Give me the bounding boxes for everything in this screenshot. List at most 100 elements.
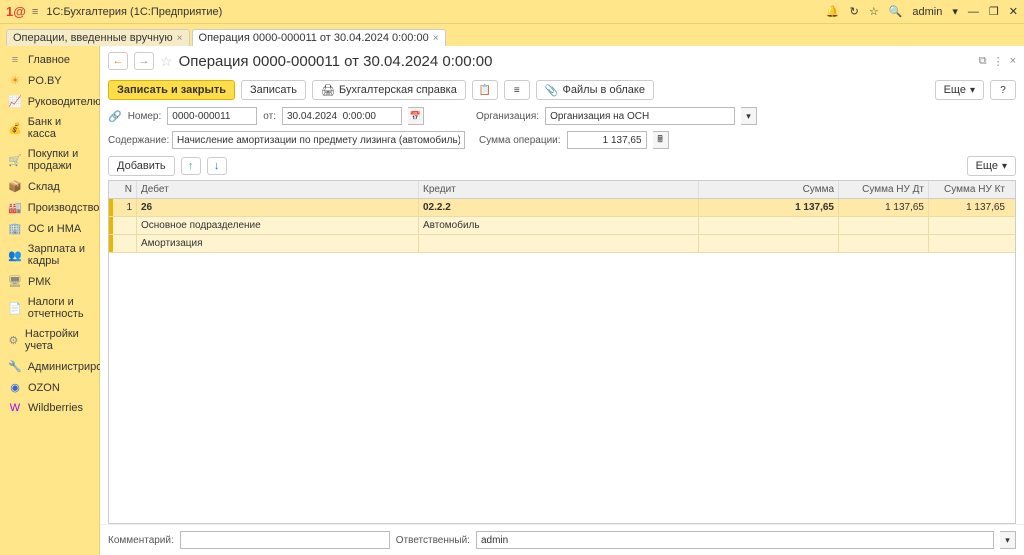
col-sum[interactable]: Сумма — [699, 181, 839, 198]
sidebar-item-warehouse[interactable]: 📦Склад — [0, 176, 99, 197]
org-label: Организация: — [476, 111, 539, 122]
back-button[interactable]: ← — [108, 52, 128, 70]
caret-down-icon[interactable]: ▾ — [952, 5, 958, 18]
list-icon: ≡ — [8, 54, 22, 66]
sidebar-item-taxes[interactable]: 📄Налоги и отчетность — [0, 292, 99, 324]
sidebar-item-poby[interactable]: ☀PO.BY — [0, 70, 99, 91]
acct-reference-button[interactable]: 🖨Бухгалтерская справка — [312, 80, 466, 100]
sidebar-item-manager[interactable]: 📈Руководителю — [0, 91, 99, 112]
comment-input[interactable] — [180, 531, 390, 549]
user-label[interactable]: admin — [912, 6, 942, 18]
search-icon[interactable]: 🔍 — [889, 5, 903, 18]
favorite-icon[interactable]: ☆ — [160, 53, 173, 70]
responsible-input[interactable] — [476, 531, 994, 549]
sidebar-item-assets[interactable]: 🏢ОС и НМА — [0, 218, 99, 239]
history-icon[interactable]: ↻ — [850, 5, 859, 18]
list-button[interactable]: ≡ — [504, 80, 530, 100]
move-up-button[interactable]: ↑ — [181, 157, 201, 175]
sidebar-item-hr[interactable]: 👥Зарплата и кадры — [0, 239, 99, 271]
box-icon: 📦 — [8, 180, 22, 193]
ozon-icon: ◉ — [8, 381, 22, 394]
detach-icon[interactable]: ⧉ — [979, 55, 987, 68]
sun-icon: ☀ — [8, 74, 22, 87]
calc-icon[interactable]: 🖩 — [653, 131, 669, 149]
number-label: Номер: — [128, 111, 162, 122]
sidebar-item-main[interactable]: ≡Главное — [0, 50, 99, 70]
sidebar-item-rmk[interactable]: 🖥РМК — [0, 271, 99, 292]
responsible-label: Ответственный: — [396, 535, 470, 546]
dropdown-icon[interactable]: ▾ — [1000, 531, 1016, 549]
from-label: от: — [263, 111, 276, 122]
sidebar-item-trade[interactable]: 🛒Покупки и продажи — [0, 144, 99, 176]
close-icon[interactable]: ✕ — [1009, 5, 1018, 18]
org-input[interactable] — [545, 107, 735, 125]
sum-operation-input[interactable] — [567, 131, 647, 149]
table-header: N Дебет Кредит Сумма Сумма НУ Дт Сумма Н… — [109, 181, 1015, 199]
content-label: Содержание: — [108, 135, 166, 146]
save-button[interactable]: Записать — [241, 80, 306, 100]
star-icon[interactable]: ☆ — [869, 5, 879, 18]
col-credit[interactable]: Кредит — [419, 181, 699, 198]
close-icon[interactable]: × — [1010, 55, 1016, 67]
link-icon[interactable]: 🔗 — [108, 110, 122, 123]
col-nukt[interactable]: Сумма НУ Кт — [929, 181, 1009, 198]
table-row[interactable]: Основное подразделение Автомобиль — [109, 217, 1015, 235]
minimize-icon[interactable]: — — [968, 6, 979, 18]
sidebar-item-wildberries[interactable]: WWildberries — [0, 398, 99, 418]
sidebar-item-admin[interactable]: 🔧Администрирование — [0, 356, 99, 377]
app-title: 1С:Бухгалтерия (1С:Предприятие) — [46, 6, 826, 18]
menu-dots-icon[interactable]: ⋮ — [993, 55, 1004, 68]
close-icon[interactable]: × — [177, 33, 183, 44]
table-row[interactable]: Амортизация — [109, 235, 1015, 253]
date-input[interactable] — [282, 107, 402, 125]
monitor-icon: 🖥 — [8, 275, 22, 288]
tab-operations-list[interactable]: Операции, введенные вручную × — [6, 29, 190, 46]
factory-icon: 🏭 — [8, 201, 22, 214]
sidebar-item-ozon[interactable]: ◉OZON — [0, 377, 99, 398]
tab-operation-document[interactable]: Операция 0000-000011 от 30.04.2024 0:00:… — [192, 29, 446, 46]
table-row[interactable]: 1 26 02.2.2 1 137,65 1 137,65 1 137,65 — [109, 199, 1015, 217]
sidebar: ≡Главное ☀PO.BY 📈Руководителю 💰Банк и ка… — [0, 46, 100, 555]
app-logo: 1@ — [6, 4, 26, 19]
sidebar-item-production[interactable]: 🏭Производство — [0, 197, 99, 218]
building-icon: 🏢 — [8, 222, 22, 235]
number-input[interactable] — [167, 107, 257, 125]
move-down-button[interactable]: ↓ — [207, 157, 227, 175]
calendar-icon[interactable]: 📅 — [408, 107, 424, 125]
arrow-down-icon: ↓ — [214, 160, 220, 172]
clip-icon: 📎 — [545, 84, 559, 97]
entries-table: N Дебет Кредит Сумма Сумма НУ Дт Сумма Н… — [108, 180, 1016, 524]
gear-icon: ⚙ — [8, 334, 19, 347]
content-input[interactable] — [172, 131, 465, 149]
chart-icon: 📈 — [8, 95, 22, 108]
forward-button[interactable]: → — [134, 52, 154, 70]
arrow-up-icon: ↑ — [188, 160, 194, 172]
col-n[interactable]: N — [109, 181, 137, 198]
table-more-button[interactable]: Еще ▾ — [967, 156, 1016, 176]
cart-icon: 🛒 — [8, 154, 22, 167]
col-debit[interactable]: Дебет — [137, 181, 419, 198]
doc-icon: 🖨 — [321, 84, 335, 97]
sidebar-item-settings[interactable]: ⚙Настройки учета — [0, 324, 99, 356]
dropdown-icon[interactable]: ▾ — [741, 107, 757, 125]
bell-icon[interactable]: 🔔 — [826, 5, 840, 18]
money-icon: 💰 — [8, 122, 22, 135]
copy-button[interactable]: 📋 — [472, 80, 498, 100]
cloud-files-button[interactable]: 📎Файлы в облаке — [536, 80, 654, 100]
sidebar-item-bank[interactable]: 💰Банк и касса — [0, 112, 99, 144]
comment-label: Комментарий: — [108, 535, 174, 546]
more-button[interactable]: Еще ▾ — [935, 80, 984, 100]
save-close-button[interactable]: Записать и закрыть — [108, 80, 235, 100]
close-icon[interactable]: × — [433, 33, 439, 44]
tools-icon: 🔧 — [8, 360, 22, 373]
page-title: Операция 0000-000011 от 30.04.2024 0:00:… — [179, 53, 493, 70]
add-button[interactable]: Добавить — [108, 156, 175, 176]
doc-icon: 📄 — [8, 302, 22, 315]
wb-icon: W — [8, 402, 22, 414]
menu-icon[interactable]: ≡ — [32, 6, 38, 18]
col-nudt[interactable]: Сумма НУ Дт — [839, 181, 929, 198]
people-icon: 👥 — [8, 249, 22, 262]
sum-operation-label: Сумма операции: — [479, 135, 561, 146]
restore-icon[interactable]: ❐ — [989, 5, 999, 18]
help-button[interactable]: ? — [990, 80, 1016, 100]
